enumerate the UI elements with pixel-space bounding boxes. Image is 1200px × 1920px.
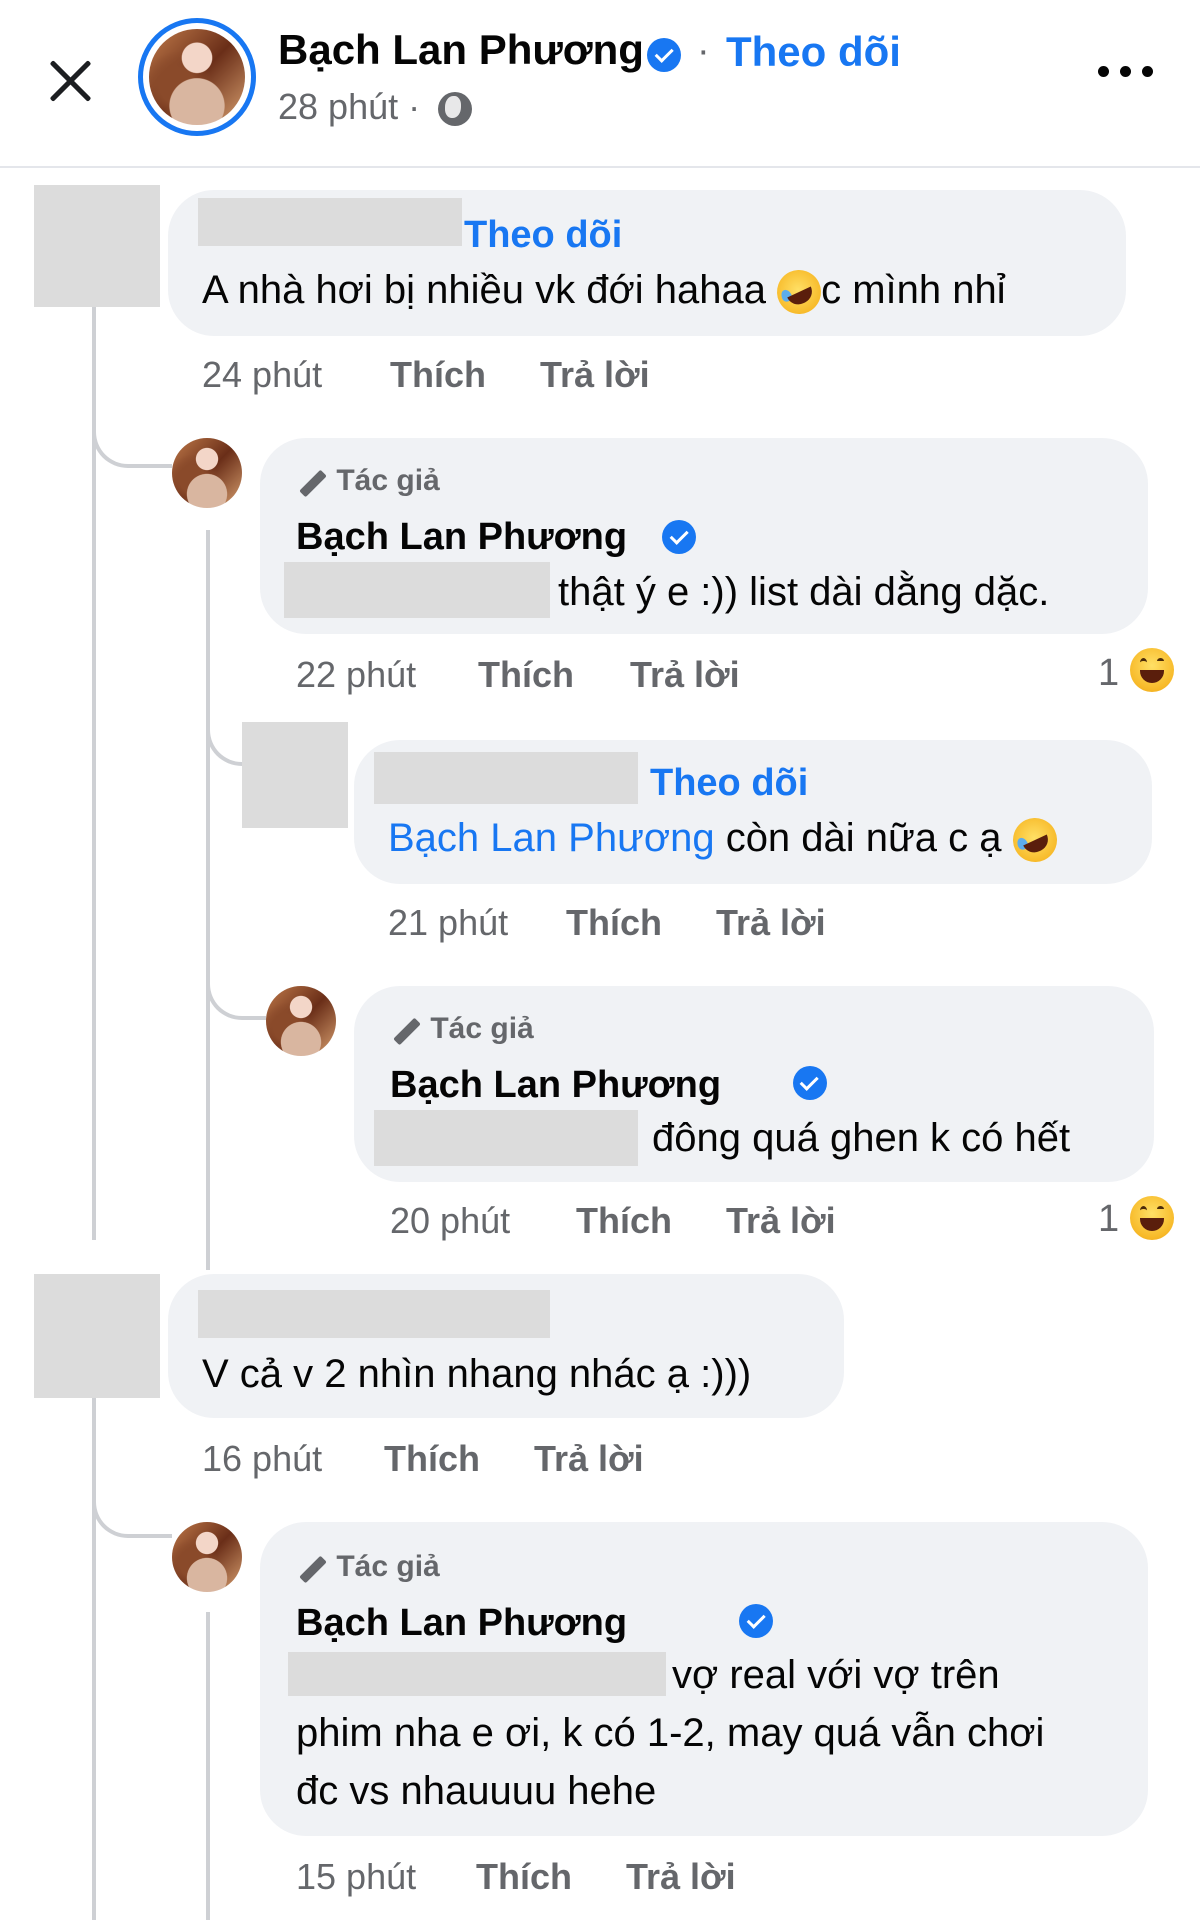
thread-connector — [206, 960, 266, 1020]
haha-reaction-icon[interactable] — [1130, 648, 1174, 692]
commenter-name[interactable]: Bạch Lan Phương — [296, 1602, 627, 1645]
thread-line — [206, 530, 210, 1270]
pen-icon — [296, 467, 328, 497]
commenter-name[interactable]: Bạch Lan Phương — [390, 1064, 721, 1107]
like-button[interactable]: Thích — [390, 354, 486, 396]
like-button[interactable]: Thích — [478, 654, 574, 696]
comment-text: Bạch Lan Phương còn dài nữa c ạ — [388, 811, 1064, 870]
author-avatar[interactable] — [172, 438, 242, 508]
haha-reaction-icon[interactable] — [1130, 1196, 1174, 1240]
reply-button[interactable]: Trả lời — [726, 1200, 836, 1242]
pen-icon — [390, 1015, 422, 1045]
thread-line — [92, 1360, 96, 1920]
reply-button[interactable]: Trả lời — [716, 902, 826, 944]
mention-redacted[interactable] — [288, 1652, 666, 1696]
verified-badge-icon — [792, 1066, 827, 1100]
reply-button[interactable]: Trả lời — [630, 654, 740, 696]
comment-time: 15 phút — [296, 1856, 417, 1897]
commenter-avatar[interactable] — [242, 722, 348, 828]
post-time: 28 phút · — [278, 86, 421, 127]
reaction-count[interactable]: 1 — [1098, 1198, 1119, 1241]
thread-connector — [92, 1470, 172, 1538]
like-button[interactable]: Thích — [384, 1438, 480, 1480]
rofl-emoji-icon — [1005, 811, 1064, 870]
like-button[interactable]: Thích — [566, 902, 662, 944]
comment-text: thật ý e :)) list dài dằng dặc. — [558, 570, 1050, 614]
commenter-avatar[interactable] — [34, 185, 160, 307]
commenter-name-redacted[interactable] — [198, 198, 462, 246]
page-avatar[interactable] — [138, 18, 256, 136]
comment-text-line: vợ real với vợ trên — [672, 1653, 1000, 1697]
mention-redacted[interactable] — [284, 562, 550, 618]
like-button[interactable]: Thích — [476, 1856, 572, 1898]
globe-icon — [438, 92, 472, 126]
commenter-name-redacted[interactable] — [374, 752, 638, 804]
comment-text-line: phim nha e ơi, k có 1-2, may quá vẫn chơ… — [296, 1711, 1045, 1755]
author-avatar[interactable] — [266, 986, 336, 1056]
comment-text: V cả v 2 nhìn nhang nhác ạ :))) — [202, 1352, 752, 1396]
page-name[interactable]: Bạch Lan Phương — [278, 26, 644, 74]
thread-connector — [206, 720, 246, 766]
follow-link[interactable]: Theo dõi — [464, 214, 622, 257]
rofl-emoji-icon — [769, 263, 829, 322]
author-badge: Tác giả — [296, 464, 439, 498]
comment-text-line: đc vs nhauuuu hehe — [296, 1769, 657, 1813]
reply-button[interactable]: Trả lời — [626, 1856, 736, 1898]
reaction-count[interactable]: 1 — [1098, 652, 1119, 695]
close-icon[interactable] — [38, 48, 102, 112]
comment-text: đông quá ghen k có hết — [652, 1116, 1071, 1160]
separator-dot: · — [697, 30, 710, 72]
mention-link[interactable]: Bạch Lan Phương — [388, 816, 715, 860]
comment-time: 16 phút — [202, 1438, 323, 1479]
commenter-name-redacted[interactable] — [198, 1290, 550, 1338]
reply-button[interactable]: Trả lời — [534, 1438, 644, 1480]
follow-link[interactable]: Theo dõi — [650, 762, 808, 805]
more-options-icon[interactable] — [1098, 62, 1158, 82]
verified-badge-icon — [647, 38, 681, 72]
comment-text: A nhà hơi bị nhiều vk đới hahaa c mình n… — [202, 263, 1006, 322]
reply-button[interactable]: Trả lời — [540, 354, 650, 396]
commenter-avatar[interactable] — [34, 1274, 160, 1398]
like-button[interactable]: Thích — [576, 1200, 672, 1242]
author-badge: Tác giả — [390, 1012, 533, 1046]
comment-time: 21 phút — [388, 902, 509, 943]
thread-connector — [92, 400, 172, 468]
comment-time: 22 phút — [296, 654, 417, 695]
comment-time: 20 phút — [390, 1200, 511, 1241]
mention-redacted[interactable] — [374, 1110, 638, 1166]
thread-line — [206, 1612, 210, 1920]
follow-button[interactable]: Theo dõi — [726, 28, 901, 76]
commenter-name[interactable]: Bạch Lan Phương — [296, 516, 627, 559]
pen-icon — [296, 1553, 328, 1583]
comment-time: 24 phút — [202, 354, 323, 395]
author-badge: Tác giả — [296, 1550, 439, 1584]
author-avatar[interactable] — [172, 1522, 242, 1592]
